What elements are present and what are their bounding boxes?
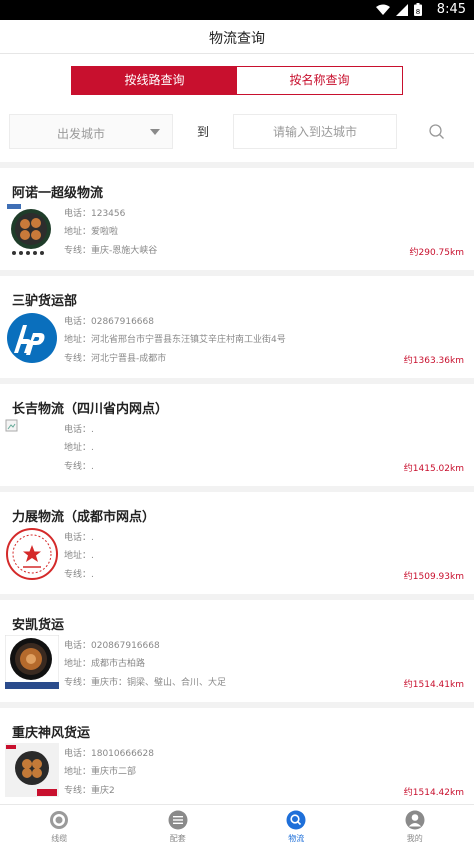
cable-product-image [5, 203, 59, 257]
tab-label: 线缆 [51, 834, 68, 843]
company-phone: 电话：. [64, 533, 94, 543]
cable-product-image [5, 743, 59, 797]
search-icon[interactable] [428, 123, 446, 141]
company-distance: 约1509.93km [403, 572, 464, 582]
signal-icon [396, 3, 408, 16]
company-address: 地址：重庆市二部 [64, 767, 137, 777]
company-name: 阿诺一超级物流 [12, 186, 104, 201]
company-distance: 约290.75km [409, 248, 464, 258]
company-phone: 电话：02867916668 [64, 317, 154, 327]
company-name: 力展物流（成都市网点） [12, 510, 156, 525]
company-route: 专线：. [64, 462, 94, 472]
company-name: 重庆神风货运 [12, 726, 91, 741]
company-phone: 电话：123456 [64, 209, 126, 219]
list-item[interactable]: 重庆神风货运 电话：18010666628 地址：重庆市二部 专线：重庆2 约1… [0, 708, 474, 810]
tab-cable[interactable]: 线缆 [0, 805, 119, 844]
to-label: 到 [197, 125, 210, 139]
company-address: 地址：爱啦啦 [64, 227, 119, 237]
destination-city-input[interactable] [234, 115, 396, 148]
query-mode-segment: 按线路查询 按名称查询 [71, 66, 403, 95]
company-name: 长吉物流（四川省内网点） [12, 402, 169, 417]
user-icon [405, 810, 425, 830]
tab-label: 我的 [406, 834, 423, 843]
bottom-tab-bar: 线缆 配套 物流 我的 [0, 804, 474, 844]
cable-product-image [5, 635, 59, 689]
tab-logistics[interactable]: 物流 [237, 805, 356, 844]
hp-logo [5, 311, 59, 365]
tab-accessories[interactable]: 配套 [119, 805, 238, 844]
company-route: 专线：河北宁晋县-成都市 [64, 354, 167, 364]
tab-by-name[interactable]: 按名称查询 [237, 67, 402, 94]
company-distance: 约1363.36km [403, 356, 464, 366]
battery-icon: 8 [414, 3, 422, 16]
list-item[interactable]: 三驴货运部 电话：02867916668 地址：河北省邢台市宁晋县东汪镇艾辛庄村… [0, 276, 474, 378]
list-item[interactable]: 力展物流（成都市网点） 电话：. 地址：. 专线：. 约1509.93km [0, 492, 474, 594]
status-bar: 8 8:45 [0, 0, 474, 20]
cable-icon [50, 811, 69, 829]
search-panel: 按线路查询 按名称查询 出发城市 到 [0, 54, 474, 162]
status-icons: 8 [376, 3, 422, 16]
svg-text:8: 8 [416, 8, 420, 16]
company-distance: 约1415.02km [403, 464, 464, 474]
company-name: 三驴货运部 [12, 294, 78, 309]
company-name: 安凯货运 [12, 618, 65, 633]
departure-city-label: 出发城市 [56, 127, 105, 141]
company-route: 专线：. [64, 570, 94, 580]
company-address: 地址：成都市古柏路 [64, 659, 146, 669]
wifi-icon [376, 4, 390, 15]
company-phone: 电话：18010666628 [64, 749, 154, 759]
company-phone: 电话：020867916668 [64, 641, 160, 651]
caret-down-icon [150, 129, 160, 135]
list-icon [168, 810, 188, 830]
destination-city-field[interactable] [233, 114, 397, 149]
app-header: 物流查询 [0, 20, 474, 54]
tab-by-route[interactable]: 按线路查询 [72, 67, 237, 94]
broken-image-icon [5, 419, 59, 473]
list-item[interactable]: 安凯货运 电话：020867916668 地址：成都市古柏路 专线：重庆市：铜梁… [0, 600, 474, 702]
departure-city-select[interactable]: 出发城市 [9, 114, 173, 149]
tab-profile[interactable]: 我的 [356, 805, 474, 844]
company-address: 地址：. [64, 443, 94, 453]
company-distance: 约1514.42km [403, 788, 464, 798]
tab-label: 配套 [169, 834, 186, 843]
company-route: 专线：重庆市：铜梁、璧山、合川、大足 [64, 678, 227, 688]
company-address: 地址：河北省邢台市宁晋县东汪镇艾辛庄村南工业街4号 [64, 335, 286, 345]
company-route: 专线：重庆2 [64, 786, 115, 796]
search-icon [286, 810, 306, 830]
page-title: 物流查询 [209, 31, 265, 47]
company-distance: 约1514.41km [403, 680, 464, 690]
company-route: 专线：重庆-恩施大峡谷 [64, 246, 158, 256]
company-phone: 电话：. [64, 425, 94, 435]
company-seal-icon [5, 527, 59, 581]
list-item[interactable]: 长吉物流（四川省内网点） 电话：. 地址：. 专线：. 约1415.02km [0, 384, 474, 486]
clock: 8:45 [436, 2, 466, 17]
company-address: 地址：. [64, 551, 94, 561]
tab-label: 物流 [288, 834, 305, 843]
list-item[interactable]: 阿诺一超级物流 电话：123456 地址：爱啦啦 专线：重庆-恩施大峡谷 约29… [0, 168, 474, 270]
